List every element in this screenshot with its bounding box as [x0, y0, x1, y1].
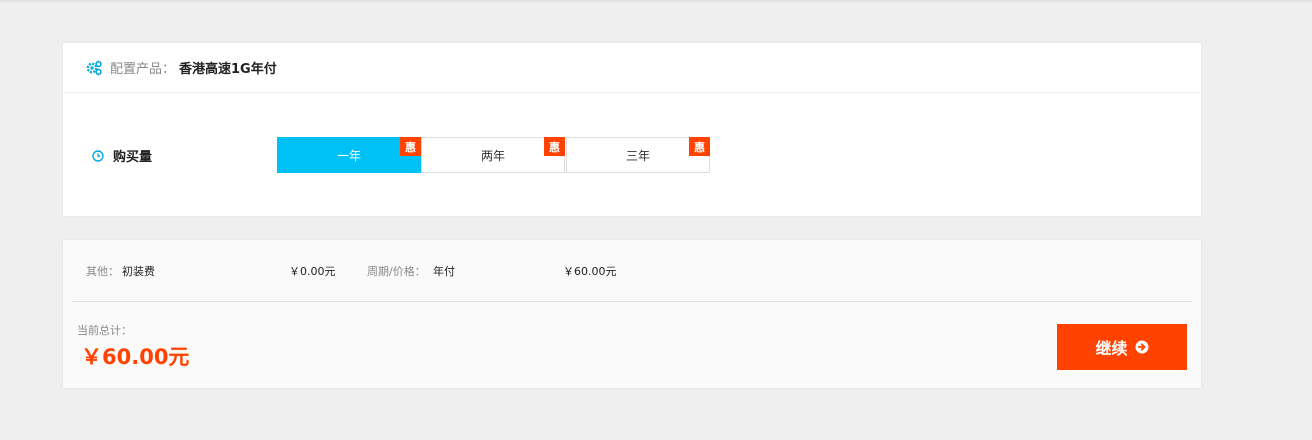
config-header: 配置产品： 香港高速1G年付 [63, 43, 1201, 93]
other-item: 初装费 [122, 265, 155, 278]
cycle-value: 年付 [433, 265, 455, 278]
purchase-label-group: 购买量 [92, 146, 152, 165]
purchase-row: 购买量 一年 惠 两年 惠 三年 惠 [63, 137, 1201, 175]
clock-icon [92, 149, 104, 162]
option-three-years[interactable]: 三年 惠 [566, 137, 710, 173]
option-two-years[interactable]: 两年 惠 [421, 137, 565, 173]
config-card: 配置产品： 香港高速1G年付 购买量 一年 惠 两年 惠 三年 惠 [63, 43, 1201, 216]
discount-badge: 惠 [400, 137, 421, 156]
discount-badge: 惠 [689, 137, 710, 156]
purchase-label: 购买量 [113, 150, 153, 165]
option-one-year[interactable]: 一年 惠 [277, 137, 421, 173]
option-label: 三年 [625, 148, 650, 163]
gears-icon [86, 60, 102, 75]
discount-badge: 惠 [544, 137, 565, 156]
total-price: ￥60.00元 [81, 345, 190, 369]
option-label: 一年 [336, 148, 361, 163]
continue-button[interactable]: 继续 [1057, 324, 1187, 370]
other-label: 其他： [86, 265, 119, 278]
config-label: 配置产品： [110, 62, 176, 77]
arrow-right-circle-icon [1135, 340, 1148, 354]
top-divider [0, 0, 1312, 2]
product-name: 香港高速1G年付 [179, 62, 277, 77]
cycle-price: ￥60.00元 [563, 265, 617, 278]
summary-card: 其他： 初装费 ￥0.00元 周期/价格： 年付 ￥60.00元 当前总计： ￥… [63, 240, 1201, 388]
total-label: 当前总计： [77, 324, 132, 337]
other-price: ￥0.00元 [289, 265, 336, 278]
cycle-label: 周期/价格： [367, 265, 426, 278]
continue-label: 继续 [1095, 339, 1128, 358]
summary-divider [72, 301, 1192, 302]
option-label: 两年 [480, 148, 505, 163]
